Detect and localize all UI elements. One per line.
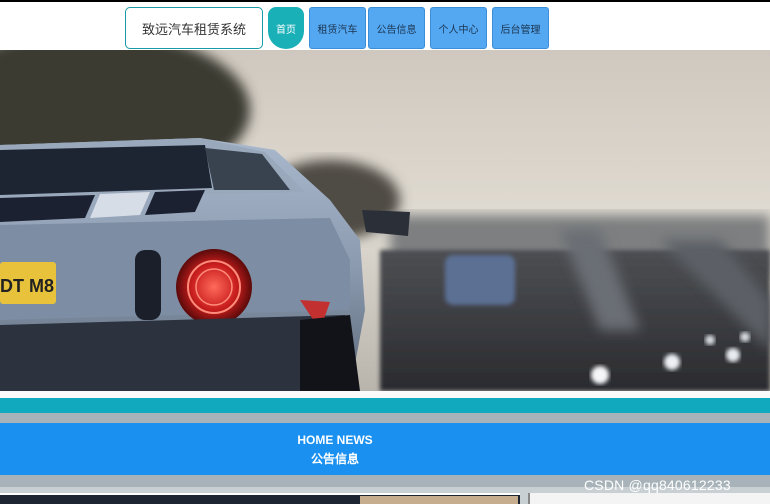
hero-car-image: DT M8 <box>0 50 770 391</box>
news-title-cn: 公告信息 <box>310 452 359 466</box>
hero-banner: DT M8 <box>0 50 770 391</box>
news-title-en: HOME NEWS <box>297 433 373 447</box>
divider-white <box>0 391 770 398</box>
nav-personal-center[interactable]: 个人中心 <box>430 7 487 49</box>
top-navigation-bar: 致远汽车租赁系统 首页 租赁汽车 公告信息 个人中心 后台管理 <box>0 0 770 50</box>
news-card-image <box>360 496 518 504</box>
nav-home[interactable]: 首页 <box>268 7 304 49</box>
nav-rent-car[interactable]: 租赁汽车 <box>309 7 366 49</box>
divider-teal <box>0 398 770 413</box>
nav-admin[interactable]: 后台管理 <box>492 7 549 49</box>
divider-gray <box>0 413 770 423</box>
news-card[interactable] <box>528 493 770 504</box>
site-brand[interactable]: 致远汽车租赁系统 <box>125 7 263 49</box>
watermark-text: CSDN @qq840612233 <box>584 477 731 493</box>
news-section-header: HOME NEWS 公告信息 <box>0 423 770 475</box>
license-plate-text: DT M8 <box>0 276 54 296</box>
nav-announcements[interactable]: 公告信息 <box>368 7 425 49</box>
